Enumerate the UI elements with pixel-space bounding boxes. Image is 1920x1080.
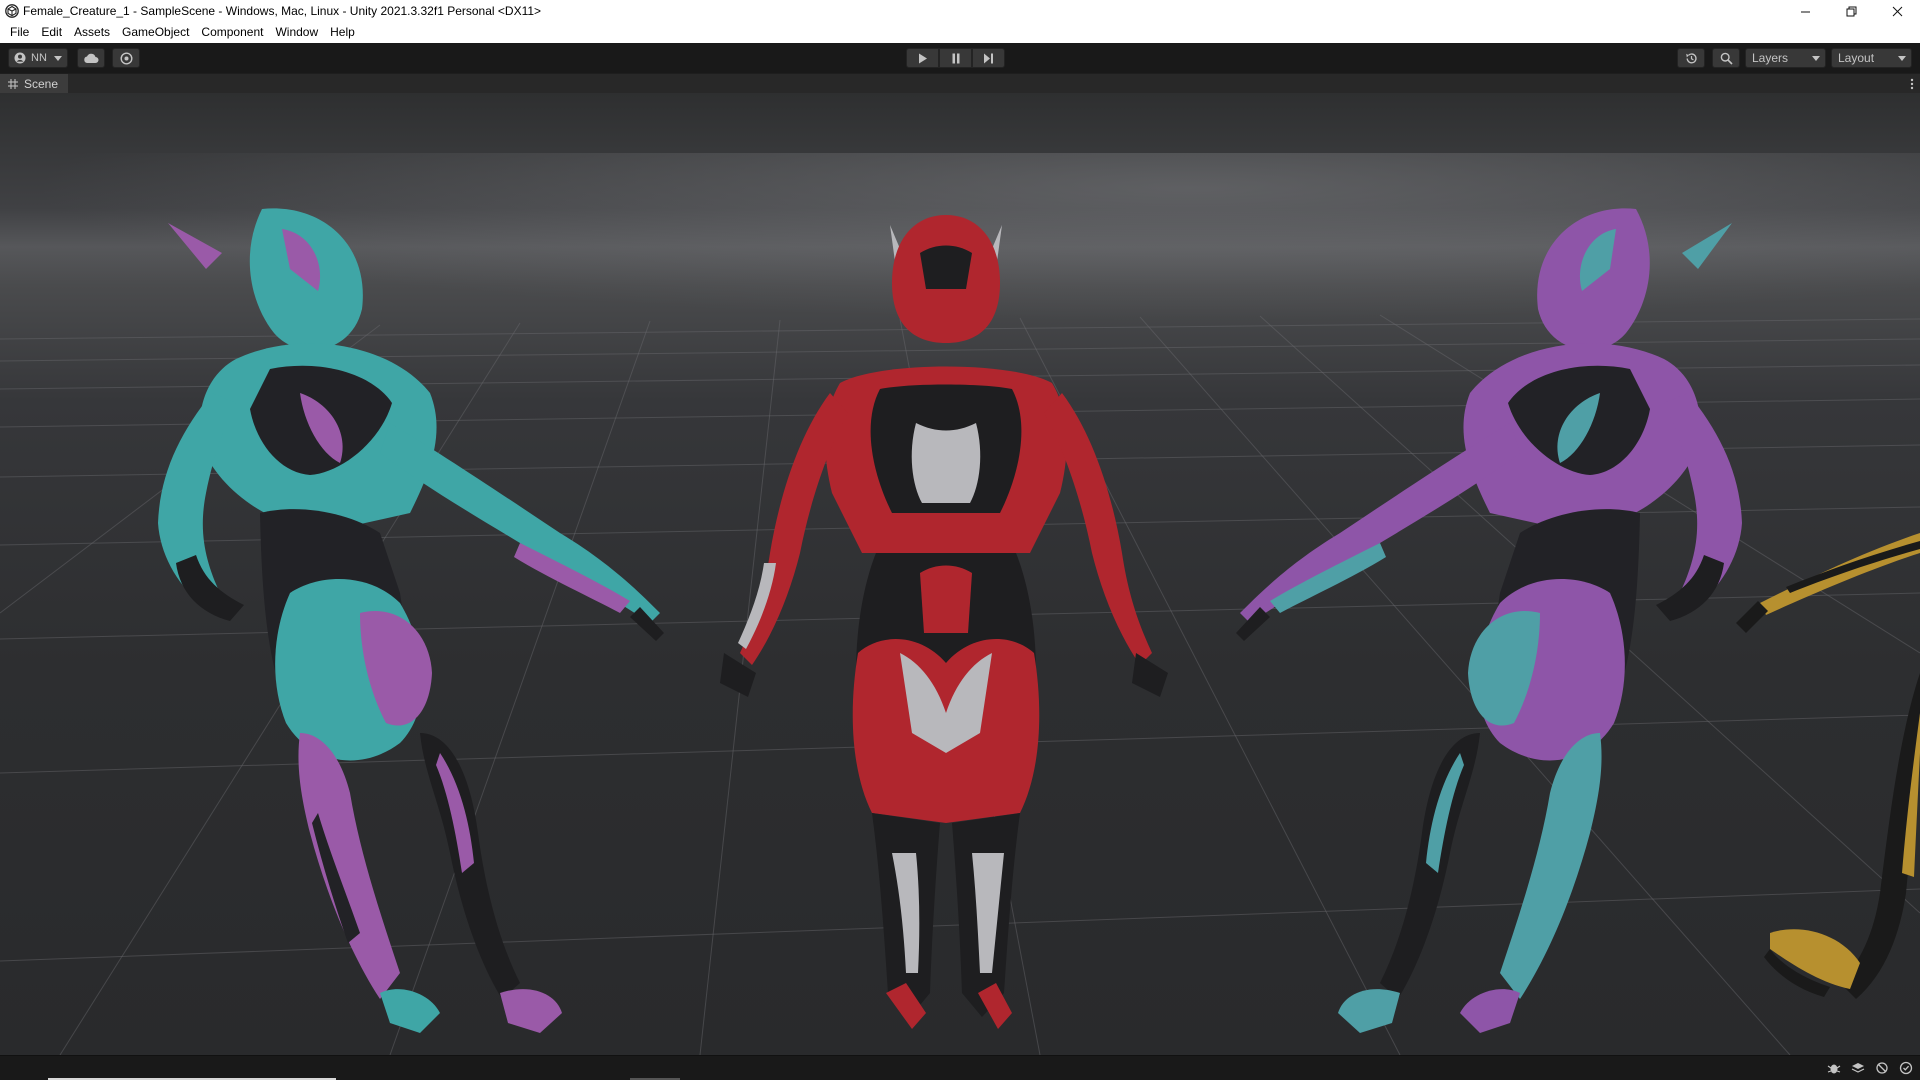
layout-dropdown[interactable]: Layout xyxy=(1831,48,1912,68)
account-label: NN xyxy=(31,52,47,64)
gold-black-creature[interactable] xyxy=(1736,533,1920,999)
play-button[interactable] xyxy=(906,48,939,68)
scene-render xyxy=(0,153,1920,1055)
collab-button[interactable] xyxy=(112,48,140,68)
menu-component[interactable]: Component xyxy=(195,22,269,43)
cloud-button[interactable] xyxy=(77,48,105,68)
auto-refresh-icon[interactable] xyxy=(1898,1060,1914,1076)
debug-icon[interactable] xyxy=(1826,1060,1842,1076)
window-controls xyxy=(1782,0,1920,22)
chevron-down-icon xyxy=(54,56,62,61)
chevron-down-icon xyxy=(1898,56,1906,61)
account-dropdown[interactable]: NN xyxy=(8,48,68,68)
status-icons xyxy=(1826,1060,1914,1076)
window-title: Female_Creature_1 - SampleScene - Window… xyxy=(23,4,542,18)
minimize-icon xyxy=(1800,11,1810,12)
render-icon[interactable] xyxy=(1874,1060,1890,1076)
status-bar xyxy=(0,1055,1920,1080)
step-button[interactable] xyxy=(972,48,1005,68)
history-button[interactable] xyxy=(1677,48,1705,68)
tab-scene-label: Scene xyxy=(24,77,59,91)
play-icon xyxy=(918,53,927,63)
layers-dropdown[interactable]: Layers xyxy=(1745,48,1826,68)
unity-icon xyxy=(5,4,19,18)
menu-assets[interactable]: Assets xyxy=(68,22,116,43)
scene-tab-bar: Scene xyxy=(0,73,1920,94)
pause-icon xyxy=(952,53,959,63)
search-button[interactable] xyxy=(1712,48,1740,68)
layers-status-icon[interactable] xyxy=(1850,1060,1866,1076)
chevron-down-icon xyxy=(1812,56,1820,61)
tab-scene[interactable]: Scene xyxy=(0,74,69,94)
layout-label: Layout xyxy=(1838,51,1875,65)
layers-label: Layers xyxy=(1752,51,1789,65)
menu-gameobject[interactable]: GameObject xyxy=(116,22,195,43)
grid-icon xyxy=(8,79,18,89)
collab-icon xyxy=(119,51,133,65)
close-button[interactable] xyxy=(1874,0,1920,22)
restore-button[interactable] xyxy=(1828,0,1874,22)
history-icon xyxy=(1685,52,1697,63)
minimize-button[interactable] xyxy=(1782,0,1828,22)
playback-controls xyxy=(906,48,1005,68)
menu-file[interactable]: File xyxy=(4,22,35,43)
scene-viewport[interactable] xyxy=(0,93,1920,1055)
close-icon xyxy=(1892,6,1902,16)
restore-icon xyxy=(1846,6,1856,16)
menu-help[interactable]: Help xyxy=(324,22,361,43)
window-titlebar: Female_Creature_1 - SampleScene - Window… xyxy=(0,0,1920,22)
cloud-icon xyxy=(84,53,99,63)
menu-window[interactable]: Window xyxy=(269,22,324,43)
step-icon xyxy=(984,53,993,63)
main-toolbar: NN Layers Layout xyxy=(0,43,1920,73)
more-options-icon[interactable] xyxy=(1910,77,1914,91)
menu-bar: File Edit Assets GameObject Component Wi… xyxy=(0,22,1920,43)
account-icon xyxy=(14,52,26,64)
search-icon xyxy=(1720,52,1733,65)
menu-edit[interactable]: Edit xyxy=(35,22,68,43)
pause-button[interactable] xyxy=(939,48,972,68)
